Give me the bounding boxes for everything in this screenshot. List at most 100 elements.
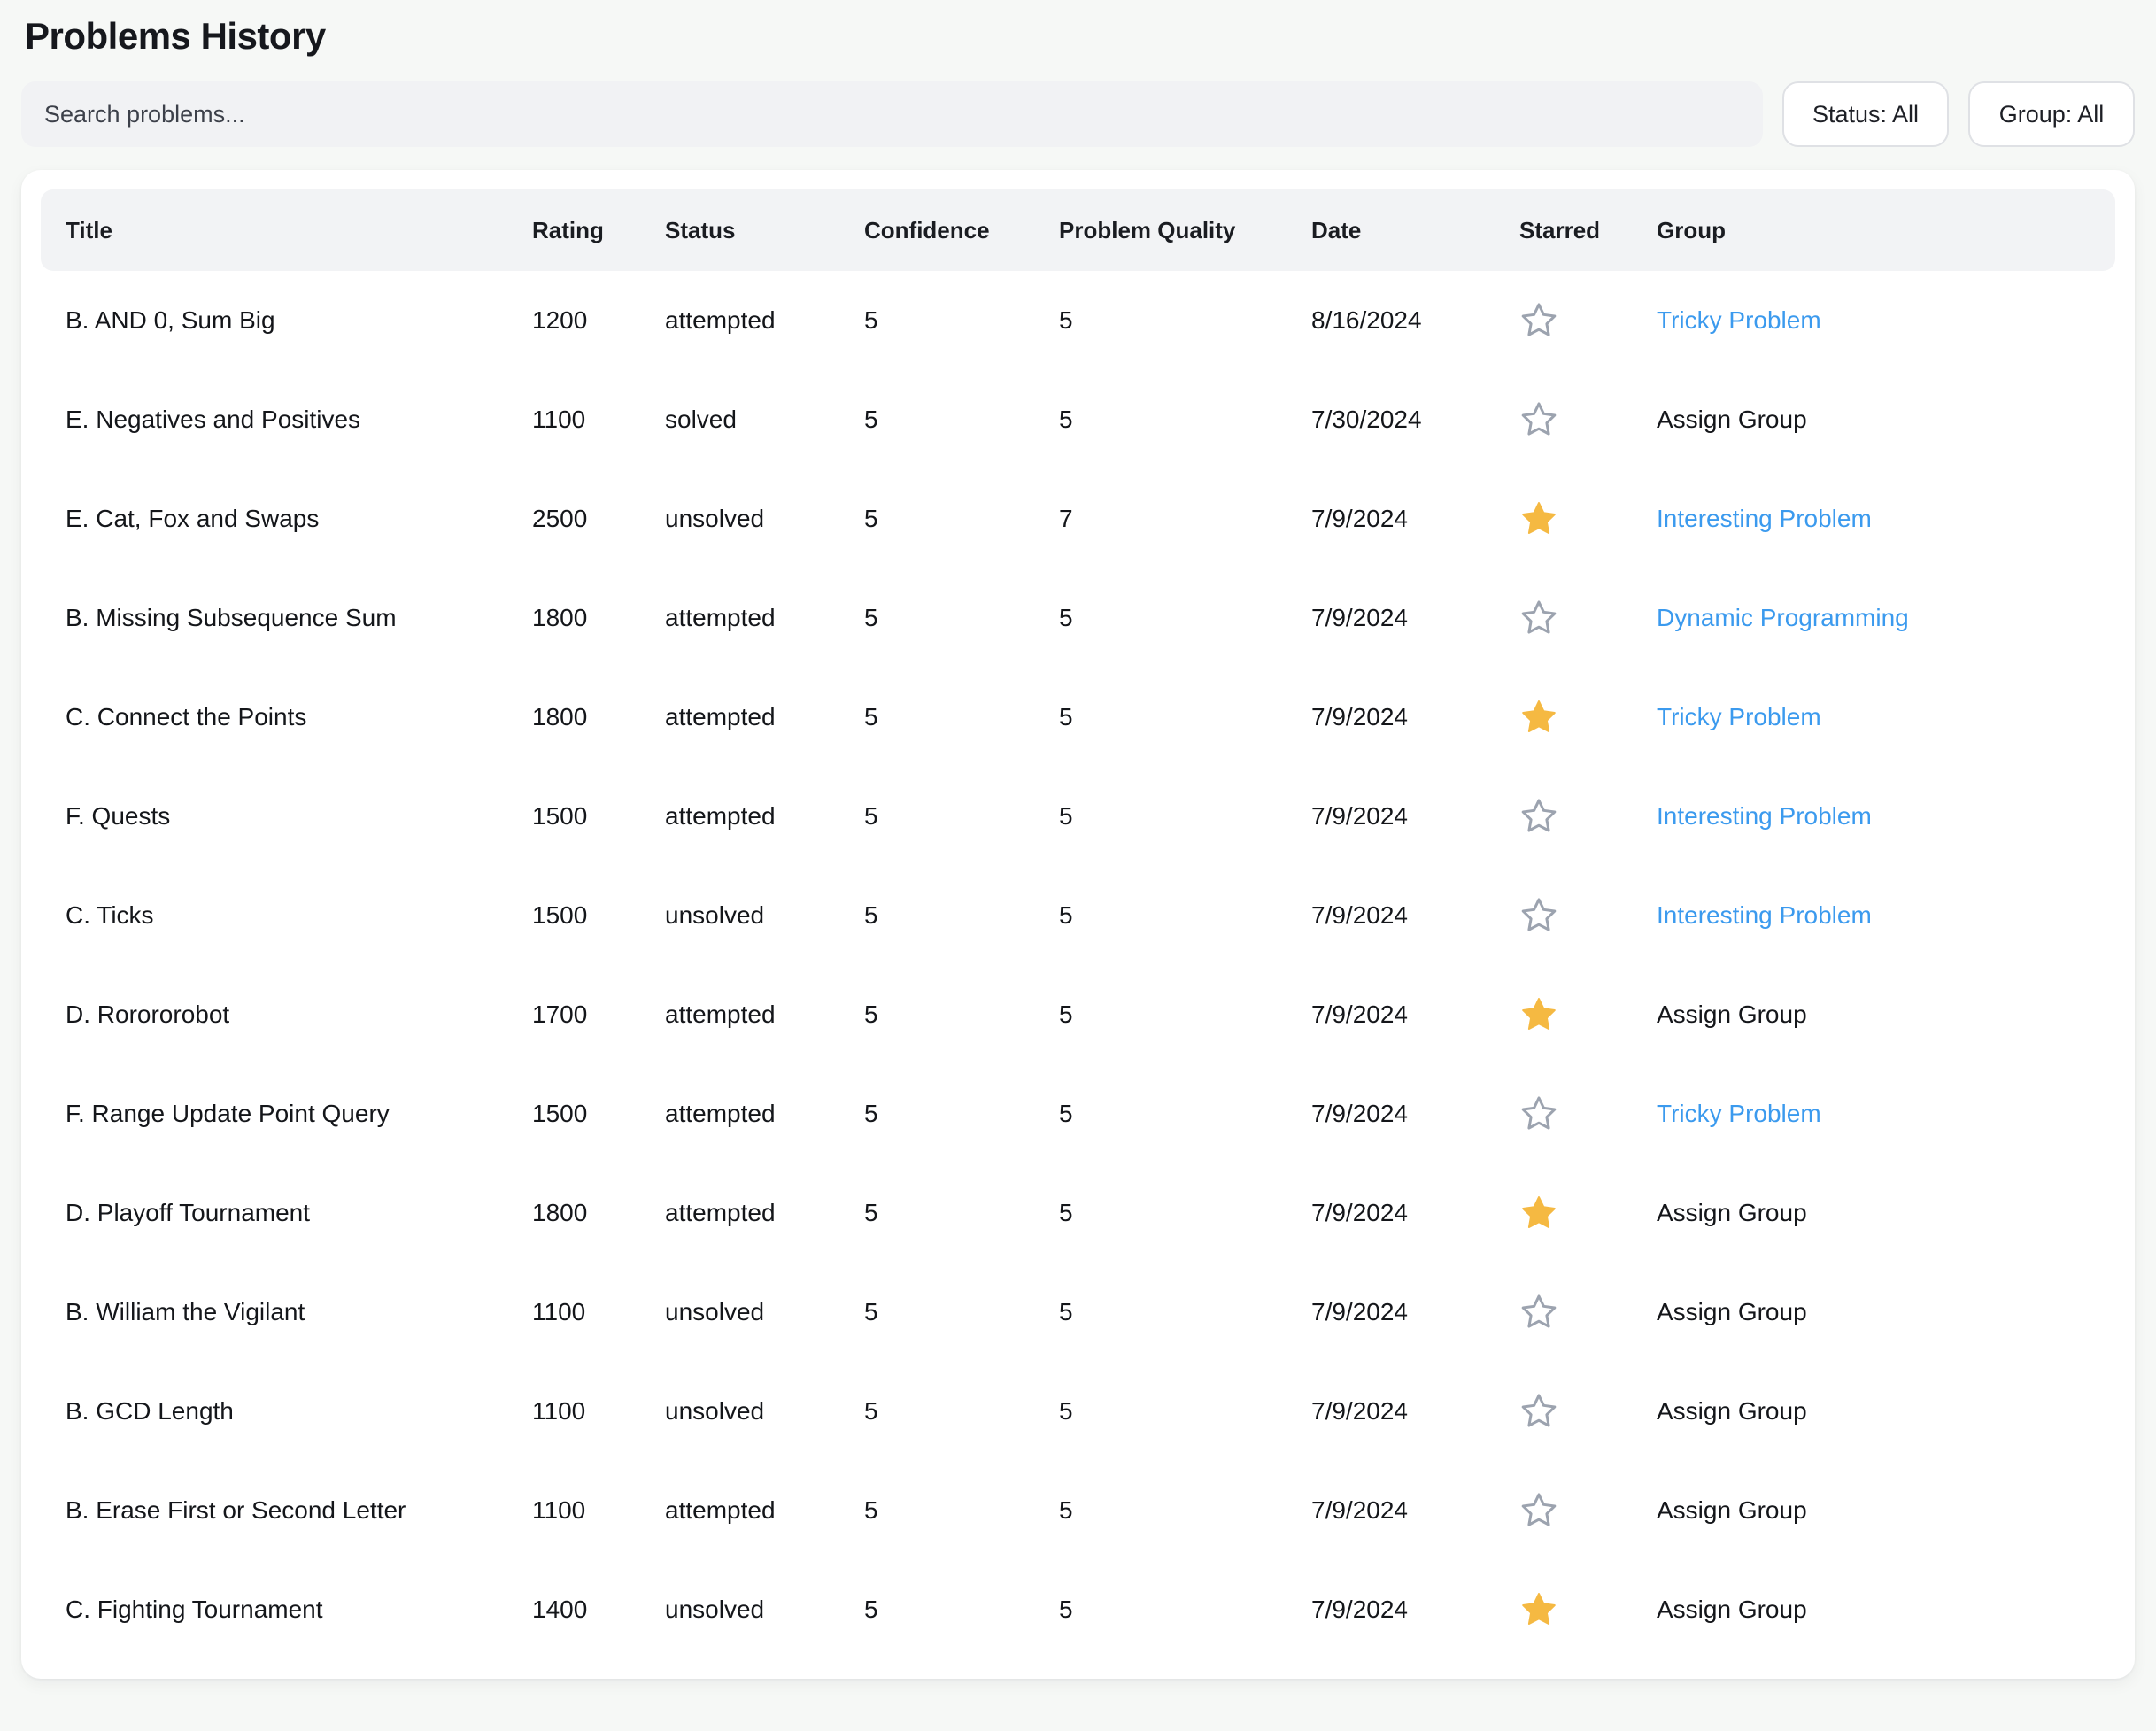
group-filter-button[interactable]: Group: All — [1968, 81, 2135, 148]
cell-group[interactable]: Assign Group — [1657, 965, 2115, 1065]
cell-group[interactable]: Assign Group — [1657, 1362, 2115, 1462]
cell-starred[interactable] — [1519, 668, 1657, 768]
assign-group-button[interactable]: Assign Group — [1657, 1397, 1807, 1425]
star-outline-icon[interactable] — [1519, 1491, 1657, 1530]
cell-title[interactable]: C. Connect the Points — [41, 668, 532, 768]
cell-starred[interactable] — [1519, 469, 1657, 569]
star-outline-icon[interactable] — [1519, 896, 1657, 935]
assign-group-button[interactable]: Assign Group — [1657, 1199, 1807, 1226]
star-outline-icon[interactable] — [1519, 1293, 1657, 1332]
cell-starred[interactable] — [1519, 1362, 1657, 1462]
cell-starred[interactable] — [1519, 1560, 1657, 1660]
cell-title[interactable]: C. Fighting Tournament — [41, 1560, 532, 1660]
cell-title[interactable]: B. Missing Subsequence Sum — [41, 568, 532, 668]
cell-group[interactable]: Tricky Problem — [1657, 271, 2115, 371]
cell-title[interactable]: E. Cat, Fox and Swaps — [41, 469, 532, 569]
column-header-group[interactable]: Group — [1657, 189, 2115, 271]
column-header-status[interactable]: Status — [665, 189, 864, 271]
cell-group[interactable]: Tricky Problem — [1657, 1064, 2115, 1164]
table-row[interactable]: B. Erase First or Second Letter 1100 attem… — [41, 1461, 2115, 1561]
table-row[interactable]: B. Missing Subsequence Sum 1800 attempted 5… — [41, 568, 2115, 668]
cell-starred[interactable] — [1519, 370, 1657, 470]
star-outline-icon[interactable] — [1519, 400, 1657, 439]
table-row[interactable]: D. Playoff Tournament 1800 attempted 5 5 7/9/… — [41, 1163, 2115, 1263]
column-header-starred[interactable]: Starred — [1519, 189, 1657, 271]
star-filled-icon[interactable] — [1519, 698, 1657, 737]
cell-group[interactable]: Dynamic Programming — [1657, 568, 2115, 668]
group-link[interactable]: Dynamic Programming — [1657, 604, 1909, 631]
column-header-quality[interactable]: Problem Quality — [1059, 189, 1311, 271]
cell-group[interactable]: Interesting Problem — [1657, 866, 2115, 966]
cell-starred[interactable] — [1519, 866, 1657, 966]
star-outline-icon[interactable] — [1519, 1392, 1657, 1431]
cell-starred[interactable] — [1519, 965, 1657, 1065]
cell-group[interactable]: Assign Group — [1657, 1163, 2115, 1263]
cell-starred[interactable] — [1519, 568, 1657, 668]
assign-group-button[interactable]: Assign Group — [1657, 1496, 1807, 1524]
cell-title[interactable]: D. Rorororobot — [41, 965, 532, 1065]
table-row[interactable]: B. William the Vigilant 1100 unsolved 5 5 7/9… — [41, 1263, 2115, 1363]
cell-group[interactable]: Interesting Problem — [1657, 469, 2115, 569]
assign-group-button[interactable]: Assign Group — [1657, 1298, 1807, 1325]
cell-starred[interactable] — [1519, 1461, 1657, 1561]
status-filter-button[interactable]: Status: All — [1782, 81, 1949, 148]
column-header-rating[interactable]: Rating — [532, 189, 665, 271]
column-header-date[interactable]: Date — [1311, 189, 1519, 271]
group-link[interactable]: Tricky Problem — [1657, 1100, 1821, 1127]
table-row[interactable]: F. Quests 1500 attempted 5 5 7/9/2024 Interest… — [41, 767, 2115, 867]
assign-group-button[interactable]: Assign Group — [1657, 406, 1807, 433]
cell-title[interactable]: F. Quests — [41, 767, 532, 867]
column-header-confidence[interactable]: Confidence — [864, 189, 1059, 271]
star-filled-icon[interactable] — [1519, 995, 1657, 1034]
assign-group-button[interactable]: Assign Group — [1657, 1596, 1807, 1623]
star-filled-icon[interactable] — [1519, 1590, 1657, 1629]
table-row[interactable]: C. Connect the Points 1800 attempted 5 5 7/9/… — [41, 668, 2115, 768]
table-header: Title Rating Status Confidence Problem Q… — [41, 189, 2115, 272]
cell-group[interactable]: Assign Group — [1657, 370, 2115, 470]
cell-group[interactable]: Assign Group — [1657, 1461, 2115, 1561]
cell-title[interactable]: D. Playoff Tournament — [41, 1163, 532, 1263]
cell-title[interactable]: F. Range Update Point Query — [41, 1064, 532, 1164]
group-link[interactable]: Tricky Problem — [1657, 306, 1821, 334]
column-header-title[interactable]: Title — [41, 189, 532, 271]
cell-status: attempted — [665, 568, 864, 668]
cell-confidence: 5 — [864, 469, 1059, 569]
table-row[interactable]: E. Cat, Fox and Swaps 2500 unsolved 5 7 7/9/2… — [41, 469, 2115, 569]
table-row[interactable]: B. AND 0, Sum Big 1200 attempted 5 5 8/16/202… — [41, 271, 2115, 371]
table-row[interactable]: D. Rorororobot 1700 attempted 5 5 7/9/2024 Ass… — [41, 965, 2115, 1065]
cell-title[interactable]: B. AND 0, Sum Big — [41, 271, 532, 371]
star-outline-icon[interactable] — [1519, 1094, 1657, 1133]
cell-starred[interactable] — [1519, 767, 1657, 867]
cell-title[interactable]: B. Erase First or Second Letter — [41, 1461, 532, 1561]
star-outline-icon[interactable] — [1519, 599, 1657, 638]
cell-title[interactable]: B. William the Vigilant — [41, 1263, 532, 1363]
assign-group-button[interactable]: Assign Group — [1657, 1001, 1807, 1028]
star-outline-icon[interactable] — [1519, 301, 1657, 340]
cell-starred[interactable] — [1519, 1163, 1657, 1263]
group-link[interactable]: Tricky Problem — [1657, 703, 1821, 730]
cell-group[interactable]: Tricky Problem — [1657, 668, 2115, 768]
cell-title[interactable]: E. Negatives and Positives — [41, 370, 532, 470]
cell-starred[interactable] — [1519, 1263, 1657, 1363]
cell-rating: 1100 — [532, 1461, 665, 1561]
cell-title[interactable]: B. GCD Length — [41, 1362, 532, 1462]
cell-group[interactable]: Interesting Problem — [1657, 767, 2115, 867]
group-link[interactable]: Interesting Problem — [1657, 901, 1872, 929]
star-filled-icon[interactable] — [1519, 1194, 1657, 1233]
table-row[interactable]: B. GCD Length 1100 unsolved 5 5 7/9/2024 Assig… — [41, 1362, 2115, 1462]
star-filled-icon[interactable] — [1519, 499, 1657, 538]
group-link[interactable]: Interesting Problem — [1657, 802, 1872, 830]
star-outline-icon[interactable] — [1519, 797, 1657, 836]
cell-status: attempted — [665, 965, 864, 1065]
group-link[interactable]: Interesting Problem — [1657, 505, 1872, 532]
table-row[interactable]: C. Fighting Tournament 1400 unsolved 5 5 7/9/… — [41, 1560, 2115, 1660]
table-row[interactable]: F. Range Update Point Query 1500 attempted… — [41, 1064, 2115, 1164]
cell-group[interactable]: Assign Group — [1657, 1263, 2115, 1363]
cell-starred[interactable] — [1519, 1064, 1657, 1164]
table-row[interactable]: E. Negatives and Positives 1100 solved 5 5 7/… — [41, 370, 2115, 470]
cell-title[interactable]: C. Ticks — [41, 866, 532, 966]
search-input[interactable] — [21, 81, 1763, 148]
cell-starred[interactable] — [1519, 271, 1657, 371]
table-row[interactable]: C. Ticks 1500 unsolved 5 5 7/9/2024 Interestin… — [41, 866, 2115, 966]
cell-group[interactable]: Assign Group — [1657, 1560, 2115, 1660]
